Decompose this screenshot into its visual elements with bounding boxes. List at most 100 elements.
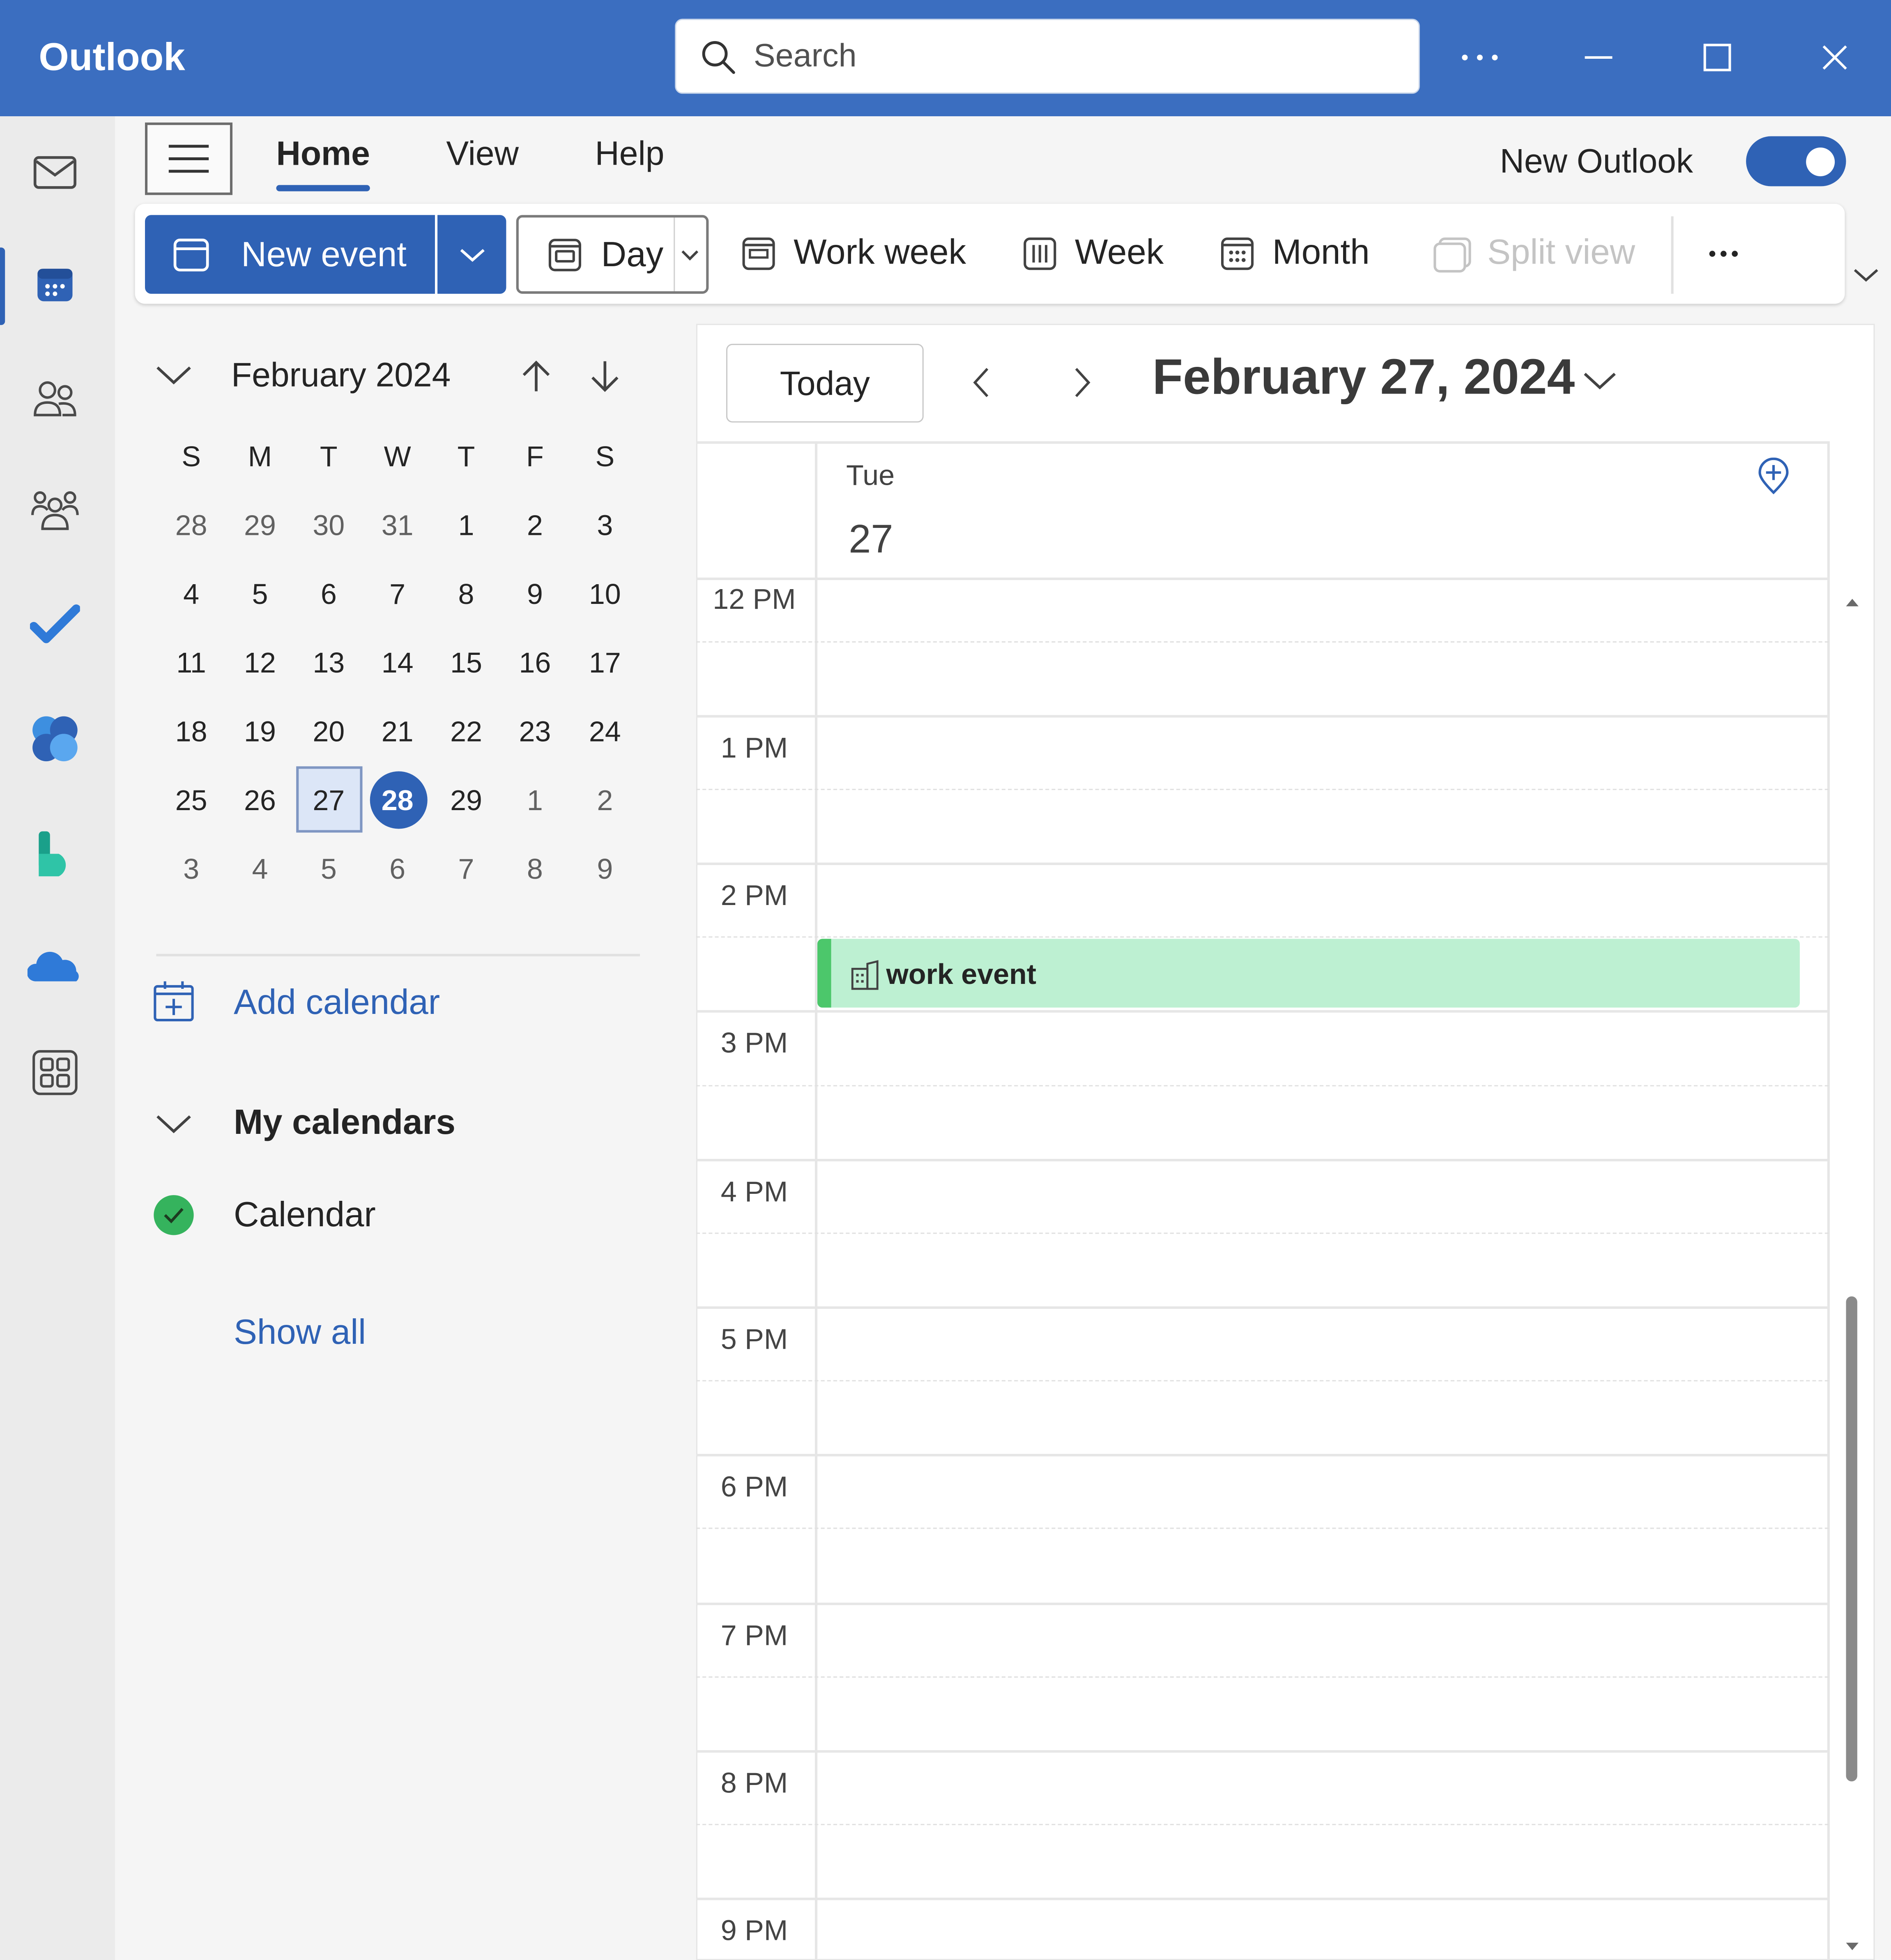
mini-calendar-day[interactable]: 19	[235, 715, 285, 749]
calendar-checked-icon[interactable]	[152, 1194, 195, 1236]
calendar-icon[interactable]	[20, 250, 90, 320]
collapse-month-button[interactable]	[155, 362, 192, 387]
maximize-button[interactable]	[1687, 28, 1747, 88]
search-input[interactable]: Search	[754, 36, 857, 75]
mini-calendar-day[interactable]: 4	[235, 852, 285, 886]
close-button[interactable]	[1805, 28, 1865, 88]
mini-calendar-day-selected[interactable]: 27	[304, 784, 354, 818]
date-picker-button[interactable]	[1582, 369, 1617, 394]
mini-calendar-day[interactable]: 21	[373, 715, 423, 749]
command-more-button[interactable]	[1707, 231, 1758, 276]
work-week-button[interactable]: Work week	[741, 225, 978, 283]
grid-right-border	[1827, 441, 1830, 1960]
groups-icon[interactable]	[20, 475, 90, 545]
week-button[interactable]: Week	[1022, 225, 1185, 283]
day-header-name: Tue	[846, 458, 895, 491]
show-all-link[interactable]: Show all	[234, 1313, 366, 1352]
mini-calendar-day[interactable]: 2	[510, 509, 560, 543]
chevron-down-icon	[681, 250, 699, 261]
mini-calendar-day[interactable]: 8	[510, 852, 560, 886]
mini-calendar-day[interactable]: 30	[304, 509, 354, 543]
tab-home[interactable]: Home	[276, 135, 370, 174]
mini-calendar-day[interactable]: 7	[373, 578, 423, 611]
add-calendar-icon[interactable]	[152, 980, 198, 1023]
mini-calendar-day[interactable]: 25	[166, 784, 216, 818]
navigation-menu-button[interactable]	[145, 122, 232, 195]
new-event-dropdown-button[interactable]	[437, 215, 506, 294]
todo-icon[interactable]	[20, 589, 90, 659]
month-button[interactable]: Month	[1220, 225, 1395, 283]
mini-calendar-day[interactable]: 9	[510, 578, 560, 611]
mini-calendar-day[interactable]: 11	[166, 646, 216, 680]
mini-calendar-day[interactable]: 29	[441, 784, 491, 818]
next-day-button[interactable]	[1069, 365, 1096, 400]
mini-calendar-day[interactable]: 3	[580, 509, 630, 543]
mini-calendar-day[interactable]: 15	[441, 646, 491, 680]
new-event-button[interactable]: New event	[145, 215, 435, 294]
mini-calendar-day-today[interactable]: 28	[373, 784, 423, 818]
today-button[interactable]: Today	[726, 343, 924, 423]
mini-calendar-day[interactable]: 14	[373, 646, 423, 680]
mini-calendar-day[interactable]: 22	[441, 715, 491, 749]
split-view-button[interactable]: Split view	[1432, 225, 1645, 283]
previous-day-button[interactable]	[967, 365, 995, 400]
mini-calendar-day[interactable]: 7	[441, 852, 491, 886]
collapse-my-calendars-button[interactable]	[155, 1111, 192, 1136]
mini-calendar-day[interactable]: 24	[580, 715, 630, 749]
scroll-down-arrow[interactable]	[1845, 1942, 1860, 1951]
mini-calendar-day[interactable]: 28	[166, 509, 216, 543]
apps-icon[interactable]	[20, 1038, 90, 1108]
previous-month-button[interactable]	[520, 359, 552, 394]
mini-calendar-day[interactable]: 23	[510, 715, 560, 749]
add-event-button[interactable]	[1757, 457, 1790, 495]
mini-calendar-day[interactable]: 3	[166, 852, 216, 886]
new-outlook-toggle[interactable]	[1746, 136, 1846, 187]
mini-calendar-day[interactable]: 8	[441, 578, 491, 611]
mini-calendar-day[interactable]: 2	[580, 784, 630, 818]
mini-calendar-day[interactable]: 20	[304, 715, 354, 749]
close-icon	[1822, 45, 1847, 70]
day-view-button[interactable]: Day	[516, 215, 709, 294]
bookings-icon[interactable]	[20, 819, 90, 889]
day-view-label: Day	[601, 235, 664, 274]
mail-icon[interactable]	[20, 138, 90, 207]
mini-calendar-day[interactable]: 13	[304, 646, 354, 680]
mini-calendar-day[interactable]: 31	[373, 509, 423, 543]
rail-active-indicator	[0, 247, 5, 325]
scrollbar-thumb[interactable]	[1846, 1296, 1857, 1782]
people-icon[interactable]	[20, 364, 90, 434]
mini-calendar-day[interactable]: 26	[235, 784, 285, 818]
ribbon-expand-button[interactable]	[1852, 266, 1880, 284]
mini-calendar-day[interactable]: 1	[510, 784, 560, 818]
calendar-list-item[interactable]: Calendar	[234, 1195, 376, 1235]
copilot-icon[interactable]	[20, 704, 90, 774]
mini-calendar-day[interactable]: 29	[235, 509, 285, 543]
mini-calendar-day[interactable]: 12	[235, 646, 285, 680]
my-calendars-heading[interactable]: My calendars	[234, 1103, 455, 1142]
day-header-number[interactable]: 27	[849, 516, 893, 563]
mini-calendar-day[interactable]: 10	[580, 578, 630, 611]
mini-calendar-day[interactable]: 6	[373, 852, 423, 886]
mini-calendar-day[interactable]: 6	[304, 578, 354, 611]
mini-calendar-title[interactable]: February 2024	[231, 356, 451, 395]
search-box[interactable]: Search	[675, 18, 1420, 94]
minimize-button[interactable]	[1569, 28, 1629, 88]
mini-calendar-day[interactable]: 16	[510, 646, 560, 680]
tab-view[interactable]: View	[446, 135, 519, 174]
hour-label: 1 PM	[720, 731, 788, 764]
current-date-title[interactable]: February 27, 2024	[1153, 350, 1575, 406]
mini-calendar-day[interactable]: 18	[166, 715, 216, 749]
mini-calendar-day[interactable]: 9	[580, 852, 630, 886]
calendar-event[interactable]: work event	[817, 939, 1800, 1008]
scroll-up-arrow[interactable]	[1845, 598, 1860, 608]
mini-calendar-day[interactable]: 4	[166, 578, 216, 611]
mini-calendar-day[interactable]: 17	[580, 646, 630, 680]
more-options-button[interactable]	[1450, 28, 1510, 88]
mini-calendar-day[interactable]: 5	[304, 852, 354, 886]
tab-help[interactable]: Help	[595, 135, 664, 174]
next-month-button[interactable]	[589, 359, 621, 394]
mini-calendar-day[interactable]: 1	[441, 509, 491, 543]
mini-calendar-day[interactable]: 5	[235, 578, 285, 611]
onedrive-icon[interactable]	[20, 931, 90, 1001]
add-calendar-link[interactable]: Add calendar	[234, 983, 440, 1023]
